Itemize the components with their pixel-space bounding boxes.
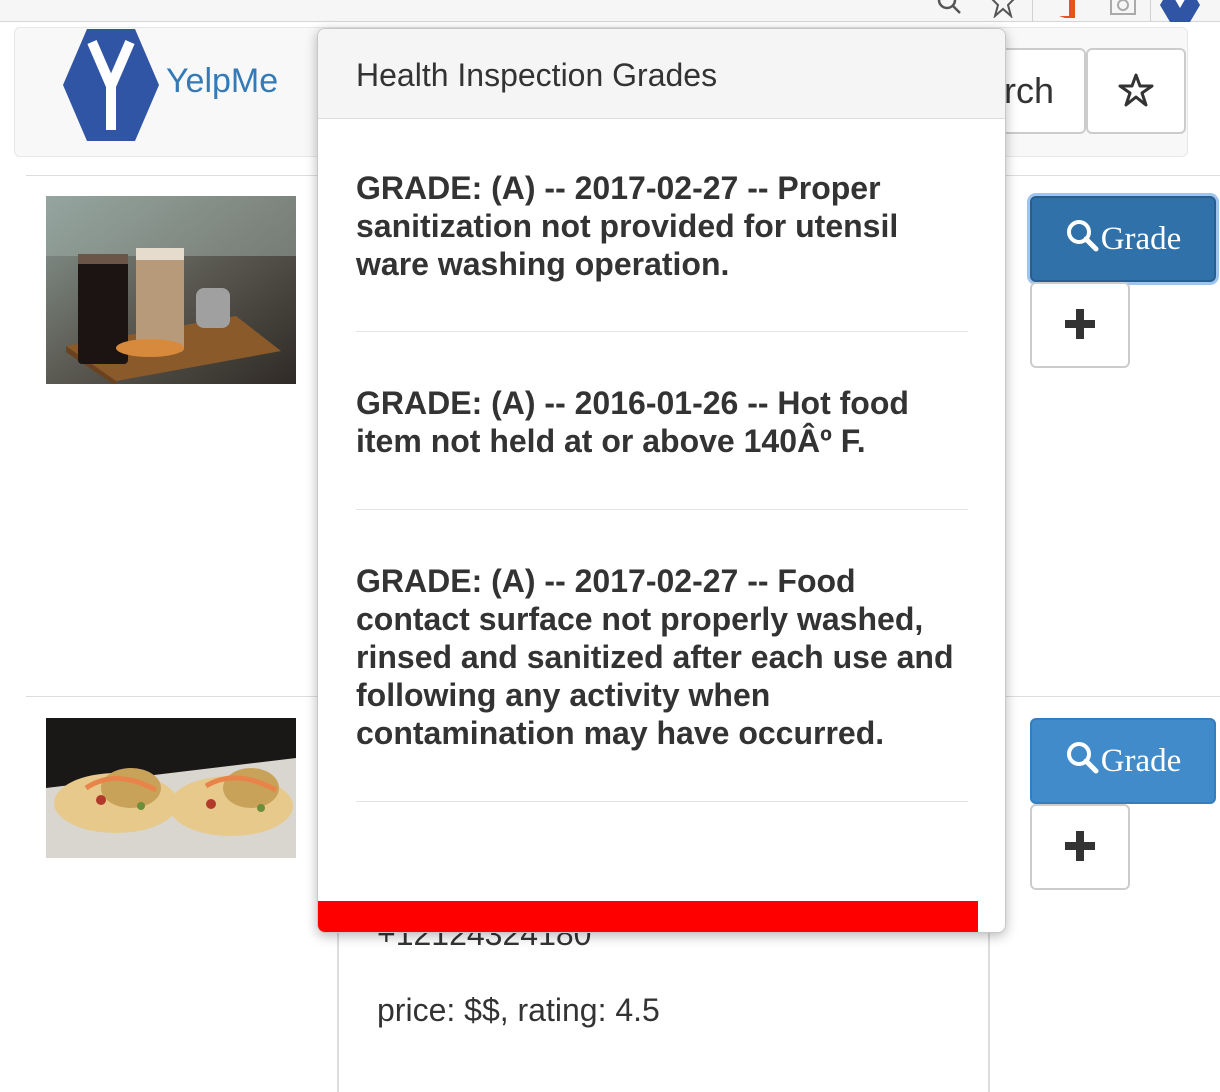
progress-bar [318, 901, 978, 932]
popup-header: Health Inspection Grades [318, 29, 1005, 119]
star-outline-icon [1118, 73, 1154, 110]
extension-icon[interactable] [1108, 0, 1138, 18]
browser-toolbar [0, 0, 1220, 22]
popup-title: Health Inspection Grades [356, 57, 718, 93]
yelpme-extension-icon[interactable] [1160, 0, 1200, 22]
office-extension-icon[interactable] [1052, 0, 1082, 18]
grade-button-label: Grade [1100, 742, 1182, 779]
grade-button-label: Grade [1100, 220, 1182, 257]
search-icon [1065, 740, 1099, 783]
divider [356, 801, 968, 802]
bookmark-star-icon[interactable] [988, 0, 1018, 18]
grade-item: GRADE: (A) -- 2017-02-27 -- Food contact… [356, 563, 954, 751]
plus-icon [1063, 829, 1097, 866]
tacos-photo[interactable] [46, 718, 296, 858]
grade-item: GRADE: (A) -- 2017-02-27 -- Proper sanit… [356, 170, 899, 282]
divider [356, 509, 968, 510]
add-favorite-button[interactable] [1030, 804, 1130, 890]
grade-button[interactable]: Grade [1030, 718, 1216, 804]
brand-title[interactable]: YelpMe [166, 62, 278, 101]
add-favorite-button[interactable] [1030, 282, 1130, 368]
health-grades-popup: Health Inspection Grades GRADE: (A) -- 2… [317, 28, 1006, 933]
favorites-button[interactable] [1086, 48, 1186, 134]
grade-button[interactable]: Grade [1030, 196, 1216, 282]
price-rating: price: $$, rating: 4.5 [377, 992, 660, 1028]
grade-item: GRADE: (A) -- 2016-01-26 -- Hot food ite… [356, 385, 909, 459]
divider [356, 331, 968, 332]
plus-icon [1063, 307, 1097, 344]
search-icon[interactable] [934, 0, 964, 18]
drinks-photo[interactable] [46, 196, 296, 384]
brand-logo-icon[interactable]: Y [62, 28, 160, 142]
search-icon [1065, 218, 1099, 261]
